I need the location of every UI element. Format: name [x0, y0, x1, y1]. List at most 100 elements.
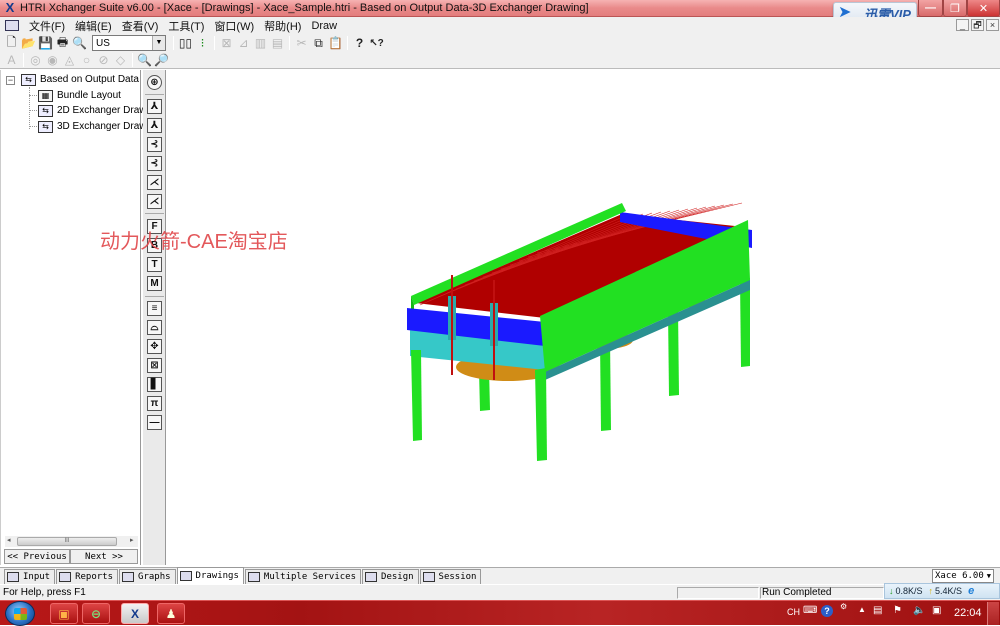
menu-edit[interactable]: 编辑(E): [70, 18, 117, 34]
chevron-down-icon[interactable]: ▼: [987, 572, 993, 580]
unit-system-select[interactable]: US ▼: [92, 35, 166, 51]
htri-app-icon[interactable]: X: [3, 1, 17, 15]
view-iso-2-icon[interactable]: ⅄: [147, 118, 162, 133]
menu-file[interactable]: 文件(F): [24, 18, 70, 34]
bar-chart-icon[interactable]: ▤: [269, 35, 286, 51]
internet-explorer-icon[interactable]: e: [968, 585, 974, 597]
previous-button[interactable]: << Previous: [4, 549, 70, 564]
zoom-out-icon[interactable]: 🔎: [153, 52, 170, 68]
tab-design[interactable]: Design: [362, 569, 419, 584]
copy-icon[interactable]: ⧉: [310, 35, 327, 51]
nozzle-icon[interactable]: —: [147, 415, 162, 430]
volume-icon[interactable]: 🔈: [913, 605, 925, 616]
context-help-icon[interactable]: ↖?: [368, 35, 385, 51]
menu-help[interactable]: 帮助(H): [259, 18, 306, 34]
toolbar-separator: [145, 213, 164, 214]
menu-draw[interactable]: Draw: [306, 20, 342, 32]
tree-item-2d-drawing[interactable]: ⇆ 2D Exchanger Drawi: [38, 103, 149, 118]
htri-taskbar-icon[interactable]: X: [121, 603, 149, 624]
triangle-icon[interactable]: ◬: [61, 52, 78, 68]
eraser-icon[interactable]: ◇: [112, 52, 129, 68]
print-icon[interactable]: 🖶: [54, 35, 71, 51]
tab-session[interactable]: Session: [419, 569, 482, 584]
show-desktop-button[interactable]: [987, 602, 999, 625]
circle-2-icon[interactable]: ◉: [44, 52, 61, 68]
scroll-left-arrow-icon[interactable]: ◂: [7, 536, 11, 544]
menu-window[interactable]: 窗口(W): [209, 18, 259, 34]
tab-drawings[interactable]: Drawings: [176, 567, 244, 584]
show-hidden-icons-icon[interactable]: ▲: [858, 605, 866, 614]
mdi-restore-button[interactable]: 🗗: [971, 19, 984, 31]
header-icon[interactable]: ⌓: [147, 320, 162, 335]
settings-tray-icon[interactable]: ⚙: [840, 602, 847, 611]
mdi-close-button[interactable]: ×: [986, 19, 999, 31]
drawing-tree-panel: − ⇆ Based on Output Data ▦ Bundle Layout…: [0, 70, 149, 565]
close-button[interactable]: ✕: [967, 0, 1000, 17]
structure-icon[interactable]: π: [147, 396, 162, 411]
plenum-icon[interactable]: ▋: [147, 377, 162, 392]
bay-icon[interactable]: ⊠: [147, 358, 162, 373]
tree-item-root[interactable]: ⇆ Based on Output Data: [21, 72, 139, 87]
3d-air-cooler-drawing: [407, 202, 752, 461]
tab-graphs[interactable]: Graphs: [119, 569, 176, 584]
fan-icon[interactable]: ✥: [147, 339, 162, 354]
tree-collapse-toggle[interactable]: −: [6, 76, 15, 85]
tab-reports[interactable]: Reports: [56, 569, 119, 584]
clipboard-tray-icon[interactable]: ▤: [873, 605, 882, 616]
menu-view[interactable]: 查看(V): [117, 18, 164, 34]
line-chart-icon[interactable]: ⊿: [235, 35, 252, 51]
hatch-icon[interactable]: ⊘: [95, 52, 112, 68]
split-view-icon[interactable]: ▯▯: [177, 35, 194, 51]
maximize-button[interactable]: ❐: [943, 0, 967, 17]
print-preview-icon[interactable]: 🔍: [71, 35, 88, 51]
rotate-free-icon[interactable]: ⊕: [147, 75, 162, 90]
next-button[interactable]: Next >>: [70, 549, 138, 564]
keyboard-icon[interactable]: ⌨: [803, 605, 817, 616]
network-icon[interactable]: ▣: [932, 605, 941, 616]
circle-1-icon[interactable]: ◎: [27, 52, 44, 68]
view-iso-4-icon[interactable]: ⊰: [147, 156, 162, 171]
action-center-flag-icon[interactable]: ⚑: [893, 605, 902, 616]
top-view-icon[interactable]: T: [147, 257, 162, 272]
system-clock[interactable]: 22:04: [954, 607, 982, 619]
scroll-thumb[interactable]: III: [17, 537, 117, 546]
tab-multiple-services[interactable]: Multiple Services: [244, 569, 362, 584]
version-select[interactable]: Xace 6.00 ▼: [932, 569, 994, 583]
view-iso-5-icon[interactable]: ⋌: [147, 175, 162, 190]
tubes-icon[interactable]: ≡: [147, 301, 162, 316]
save-icon[interactable]: 💾: [37, 35, 54, 51]
paste-icon[interactable]: 📋: [327, 35, 344, 51]
help-icon[interactable]: ?: [351, 35, 368, 51]
zoom-in-icon[interactable]: 🔍: [136, 52, 153, 68]
circle-3-icon[interactable]: ○: [78, 52, 95, 68]
minimize-button[interactable]: —: [918, 0, 943, 17]
qq-taskbar-icon[interactable]: ♟: [157, 603, 185, 624]
text-icon[interactable]: A: [3, 52, 20, 68]
file-manager-taskbar-icon[interactable]: ▣: [50, 603, 78, 624]
green-app-taskbar-icon[interactable]: ⊖: [82, 603, 110, 624]
start-button[interactable]: [5, 601, 35, 626]
view-iso-1-icon[interactable]: ⅄: [147, 99, 162, 114]
new-icon[interactable]: 🗋: [3, 35, 20, 51]
tree-item-bundle-layout[interactable]: ▦ Bundle Layout: [38, 88, 121, 103]
drawing-canvas[interactable]: [167, 70, 1000, 567]
tree-item-3d-drawing[interactable]: ⇆ 3D Exchanger Drawi: [38, 119, 149, 134]
tree-horizontal-scrollbar[interactable]: ◂ III ▸: [5, 536, 138, 547]
help-tray-icon[interactable]: ?: [821, 605, 833, 617]
view-iso-6-icon[interactable]: ⋌: [147, 194, 162, 209]
menu-tools[interactable]: 工具(T): [163, 18, 209, 34]
table-icon[interactable]: ▥: [252, 35, 269, 51]
scroll-right-arrow-icon[interactable]: ▸: [130, 536, 134, 544]
tab-input[interactable]: Input: [4, 569, 56, 584]
toolbar-separator: [132, 53, 133, 67]
chart-icon[interactable]: ⊠: [218, 35, 235, 51]
open-icon[interactable]: 📂: [20, 35, 37, 51]
input-language-indicator[interactable]: CH: [787, 607, 800, 617]
view-iso-3-icon[interactable]: ⊰: [147, 137, 162, 152]
m-view-icon[interactable]: M: [147, 276, 162, 291]
chevron-down-icon[interactable]: ▼: [152, 36, 165, 50]
run-traffic-light-icon[interactable]: ⁝: [194, 35, 211, 51]
mdi-system-menu-icon[interactable]: [5, 20, 19, 31]
mdi-minimize-button[interactable]: _: [956, 19, 969, 31]
cut-icon[interactable]: ✂: [293, 35, 310, 51]
